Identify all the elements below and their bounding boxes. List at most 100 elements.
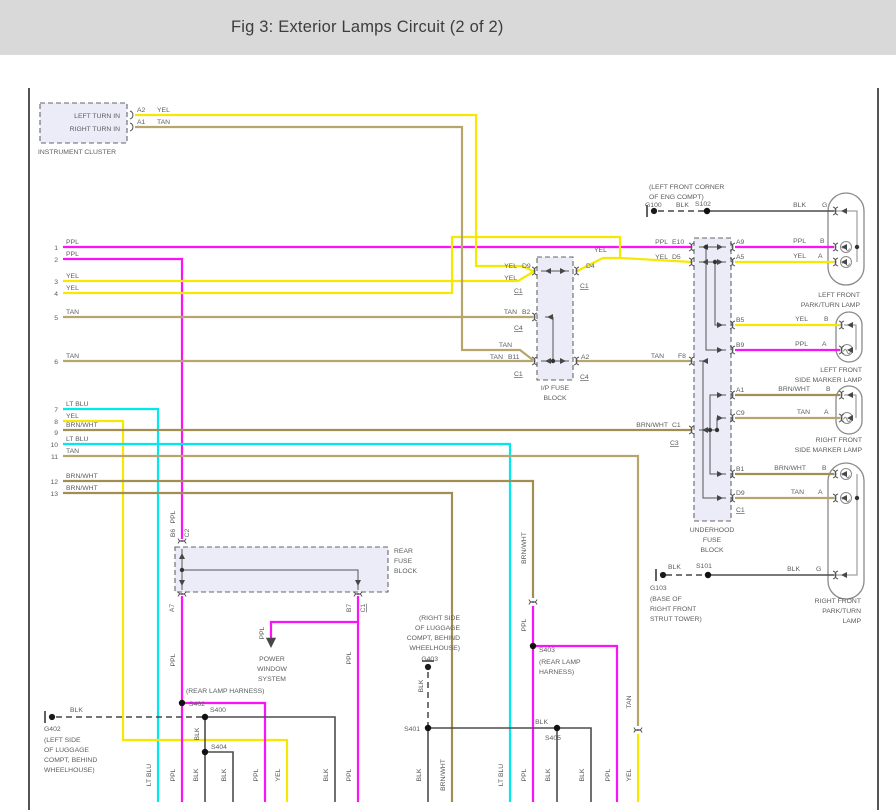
wire-label: C9 (736, 410, 745, 417)
wire-label: S401 (404, 726, 420, 733)
wire-label: COMPT, BEHIND (407, 635, 460, 642)
wire-label: LT BLU (146, 764, 153, 787)
wire-label: C1 (580, 283, 589, 290)
wire-label: G402 (44, 726, 61, 733)
wire-label: SYSTEM (258, 676, 286, 683)
wire-label: TAN (651, 353, 664, 360)
wire-label: G (822, 202, 827, 209)
wire-label: STRUT TOWER) (650, 616, 702, 623)
wire-label: A2 (137, 107, 146, 114)
junction-dot (551, 359, 555, 363)
lamp-outline (836, 386, 862, 434)
wire-label: OF LUGGAGE (415, 625, 460, 632)
splice-dot (202, 749, 208, 755)
wire-label: D9 (736, 490, 745, 497)
splice-dot (705, 572, 711, 578)
ground-dot (660, 572, 666, 578)
wire-label: BRN/WHT (774, 465, 806, 472)
arrowhead-icon (266, 638, 276, 648)
wire-label: 12 (50, 479, 58, 486)
wire-label: BLOCK (394, 568, 418, 575)
junction-dot (708, 428, 712, 432)
wire-label: LEFT FRONT (818, 292, 860, 299)
wire-label: C3 (670, 440, 679, 447)
wire-label: 8 (54, 419, 58, 426)
wire-label: LT BLU (66, 401, 89, 408)
wire-label: B6 (170, 529, 177, 538)
wire-label: BRN/WHT (778, 386, 810, 393)
component-box (40, 103, 127, 143)
wire-label: BLOCK (700, 547, 724, 554)
wire-label: TAN (66, 309, 79, 316)
wire-label: PPL (170, 510, 177, 523)
wire-label: G403 (421, 656, 438, 663)
wire-label: I/P FUSE (541, 385, 570, 392)
lamp-outline (836, 312, 862, 362)
wire-label: C2 (184, 528, 191, 537)
wire-label: YEL (275, 768, 282, 781)
wire-label: YEL (504, 263, 517, 270)
wire-label: C1 (672, 422, 681, 429)
wire-label: YEL (655, 254, 668, 261)
wire-label: YEL (66, 273, 79, 280)
connector-icon (835, 494, 838, 502)
arrowhead-icon (841, 572, 847, 578)
wire-label: POWER (259, 656, 285, 663)
wire-label: RIGHT FRONT (815, 598, 861, 605)
wire-label: C1 (514, 288, 523, 295)
wire-label: SIDE MARKER LAMP (795, 377, 863, 384)
wire-label: E10 (672, 239, 684, 246)
wire-label: PPL (66, 239, 79, 246)
wire-label: S402 (189, 701, 205, 708)
connector-icon (841, 391, 844, 399)
wire-label: PPL (793, 238, 806, 245)
wire-label: A (822, 341, 827, 348)
wire-label: SIDE MARKER LAMP (795, 447, 863, 454)
wire-label: PPL (346, 651, 353, 664)
connector-icon (732, 414, 735, 422)
wire-label: PPL (346, 768, 353, 781)
wire-label: (REAR LAMP (539, 659, 581, 666)
wire-label: PPL (655, 239, 668, 246)
wire-label: 10 (50, 442, 58, 449)
wire-yel (577, 258, 620, 271)
wire-label: LAMP (842, 618, 861, 625)
splice-dot (554, 725, 560, 731)
connector-icon (841, 321, 844, 329)
splice-dot (202, 714, 208, 720)
junction-dot (180, 568, 184, 572)
wire-label: D9 (522, 263, 531, 270)
wire-label: A1 (736, 387, 745, 394)
wire-label: A2 (581, 354, 590, 361)
wire-label: A5 (736, 254, 745, 261)
wire-brw (63, 493, 452, 802)
wire-label: (LEFT SIDE (44, 737, 81, 744)
connector-icon (732, 243, 735, 251)
wire-label: BLK (323, 768, 330, 781)
wire-label: REAR (394, 548, 413, 555)
wire-label: TAN (499, 342, 512, 349)
wire-label: YEL (795, 316, 808, 323)
wire-label: YEL (594, 247, 607, 254)
wire-label: F8 (678, 353, 686, 360)
wire-label: BRN/WHT (440, 759, 447, 791)
wire-label: BRN/WHT (636, 422, 668, 429)
wire-label: S102 (695, 201, 711, 208)
wire-label: TAN (66, 448, 79, 455)
arrowhead-icon (841, 244, 847, 250)
splice-dot (179, 700, 185, 706)
connector-icon (732, 258, 735, 266)
wire-label: A9 (736, 239, 745, 246)
connector-icon (178, 541, 186, 544)
junction-dot (855, 496, 859, 500)
wire-label: B7 (346, 604, 353, 613)
connector-icon (835, 243, 838, 251)
ground-dot (49, 714, 55, 720)
wire-label: C4 (580, 374, 589, 381)
connector-icon (841, 414, 844, 422)
wire-label: BLK (787, 566, 800, 573)
wire-label: G (816, 566, 821, 573)
wire-label: PPL (66, 251, 79, 258)
wire-label: B (824, 316, 829, 323)
wire-label: PPL (253, 768, 260, 781)
